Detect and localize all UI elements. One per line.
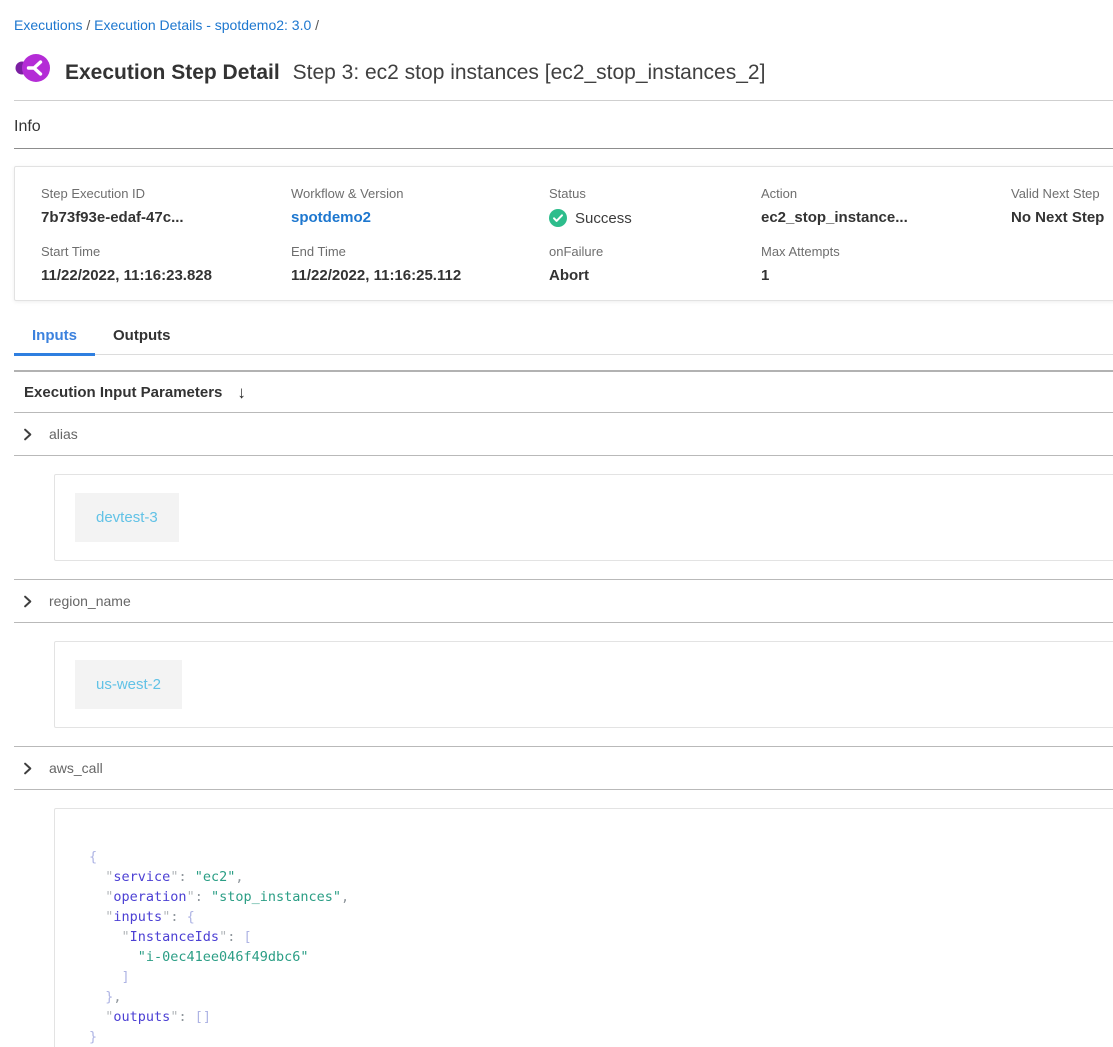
field-label: Status	[549, 186, 761, 201]
param-row-aws_call[interactable]: aws_call	[14, 747, 1113, 789]
chevron-right-icon	[21, 595, 34, 608]
info-field: Valid Next Step No Next Step	[1011, 186, 1113, 227]
param-name: region_name	[49, 593, 131, 609]
divider	[14, 789, 1113, 790]
info-field: Step Execution ID 7b73f93e-edaf-47c...	[41, 186, 291, 227]
divider	[14, 148, 1113, 149]
code-line: "inputs": {	[89, 907, 1098, 927]
execution-step-detail-page: Executions / Execution Details - spotdem…	[0, 0, 1113, 1047]
field-label: Start Time	[41, 244, 291, 259]
code-line: "operation": "stop_instances",	[89, 887, 1098, 907]
field-value: 11/22/2022, 11:16:23.828	[41, 267, 291, 284]
breadcrumb-link[interactable]: Execution Details - spotdemo2: 3.0	[94, 17, 311, 33]
code-line: "outputs": []	[89, 1007, 1098, 1027]
info-field: Workflow & Version spotdemo2	[291, 186, 549, 227]
field-label: Max Attempts	[761, 244, 1011, 259]
field-value: No Next Step	[1011, 209, 1113, 226]
code-line: },	[89, 987, 1098, 1007]
breadcrumb-link[interactable]: Executions	[14, 17, 82, 33]
section-header: Execution Input Parameters ↓	[14, 372, 1113, 412]
code-line: "InstanceIds": [	[89, 927, 1098, 947]
field-value-link[interactable]: spotdemo2	[291, 209, 549, 226]
parameter-list: alias devtest-3 region_name us-west-2 aws_ca…	[14, 413, 1113, 1047]
chevron-right-icon	[21, 762, 34, 775]
field-label: Valid Next Step	[1011, 186, 1113, 201]
tab-inputs[interactable]: Inputs	[14, 324, 95, 354]
divider	[14, 622, 1113, 623]
page-header: Execution Step Detail Step 3: ec2 stop i…	[14, 48, 1113, 88]
section-title: Execution Input Parameters	[24, 384, 222, 401]
param-row-region_name[interactable]: region_name	[14, 580, 1113, 622]
divider	[14, 455, 1113, 456]
field-value-status: Success	[549, 209, 761, 227]
breadcrumb: Executions / Execution Details - spotdem…	[14, 0, 1113, 33]
tab-bar: InputsOutputs	[14, 324, 1113, 355]
status-text: Success	[575, 210, 632, 227]
breadcrumb-separator: /	[311, 17, 319, 33]
workflow-icon	[14, 50, 52, 86]
page-subtitle: Step 3: ec2 stop instances [ec2_stop_ins…	[293, 61, 766, 84]
param-value-panel: devtest-3	[54, 474, 1113, 561]
chevron-right-icon	[21, 428, 34, 441]
info-field: End Time 11/22/2022, 11:16:25.112	[291, 244, 549, 284]
breadcrumb-separator: /	[82, 17, 94, 33]
info-field: onFailure Abort	[549, 244, 761, 284]
info-section-heading: Info	[14, 118, 1113, 136]
code-line: "i-0ec41ee046f49dbc6"	[89, 947, 1098, 967]
field-label: onFailure	[549, 244, 761, 259]
field-label: Step Execution ID	[41, 186, 291, 201]
param-value-panel: us-west-2	[54, 641, 1113, 728]
param-row-alias[interactable]: alias	[14, 413, 1113, 455]
code-line: "service": "ec2",	[89, 867, 1098, 887]
field-label: End Time	[291, 244, 549, 259]
info-field: Start Time 11/22/2022, 11:16:23.828	[41, 244, 291, 284]
tab-outputs[interactable]: Outputs	[95, 324, 189, 354]
info-field: Action ec2_stop_instance...	[761, 186, 1011, 227]
info-card: Step Execution ID 7b73f93e-edaf-47c...Wor…	[14, 166, 1113, 301]
code-line: ]	[89, 967, 1098, 987]
field-value: ec2_stop_instance...	[761, 209, 1011, 226]
divider	[14, 100, 1113, 101]
field-value: 7b73f93e-edaf-47c...	[41, 209, 291, 226]
param-name: aws_call	[49, 760, 103, 776]
field-label: Action	[761, 186, 1011, 201]
info-field: Max Attempts 1	[761, 244, 1011, 284]
field-value: 11/22/2022, 11:16:25.112	[291, 267, 549, 284]
param-name: alias	[49, 426, 78, 442]
field-label: Workflow & Version	[291, 186, 549, 201]
code-line: {	[89, 847, 1098, 867]
download-icon[interactable]: ↓	[237, 384, 246, 401]
page-title: Execution Step Detail	[65, 61, 280, 84]
code-line: }	[89, 1027, 1098, 1047]
param-value-chip: us-west-2	[75, 660, 182, 709]
field-value: 1	[761, 267, 1011, 284]
field-value: Abort	[549, 267, 761, 284]
param-code-panel: { "service": "ec2", "operation": "stop_i…	[54, 808, 1113, 1047]
param-value-chip: devtest-3	[75, 493, 179, 542]
success-check-icon	[549, 209, 567, 227]
info-field: Status Success	[549, 186, 761, 227]
